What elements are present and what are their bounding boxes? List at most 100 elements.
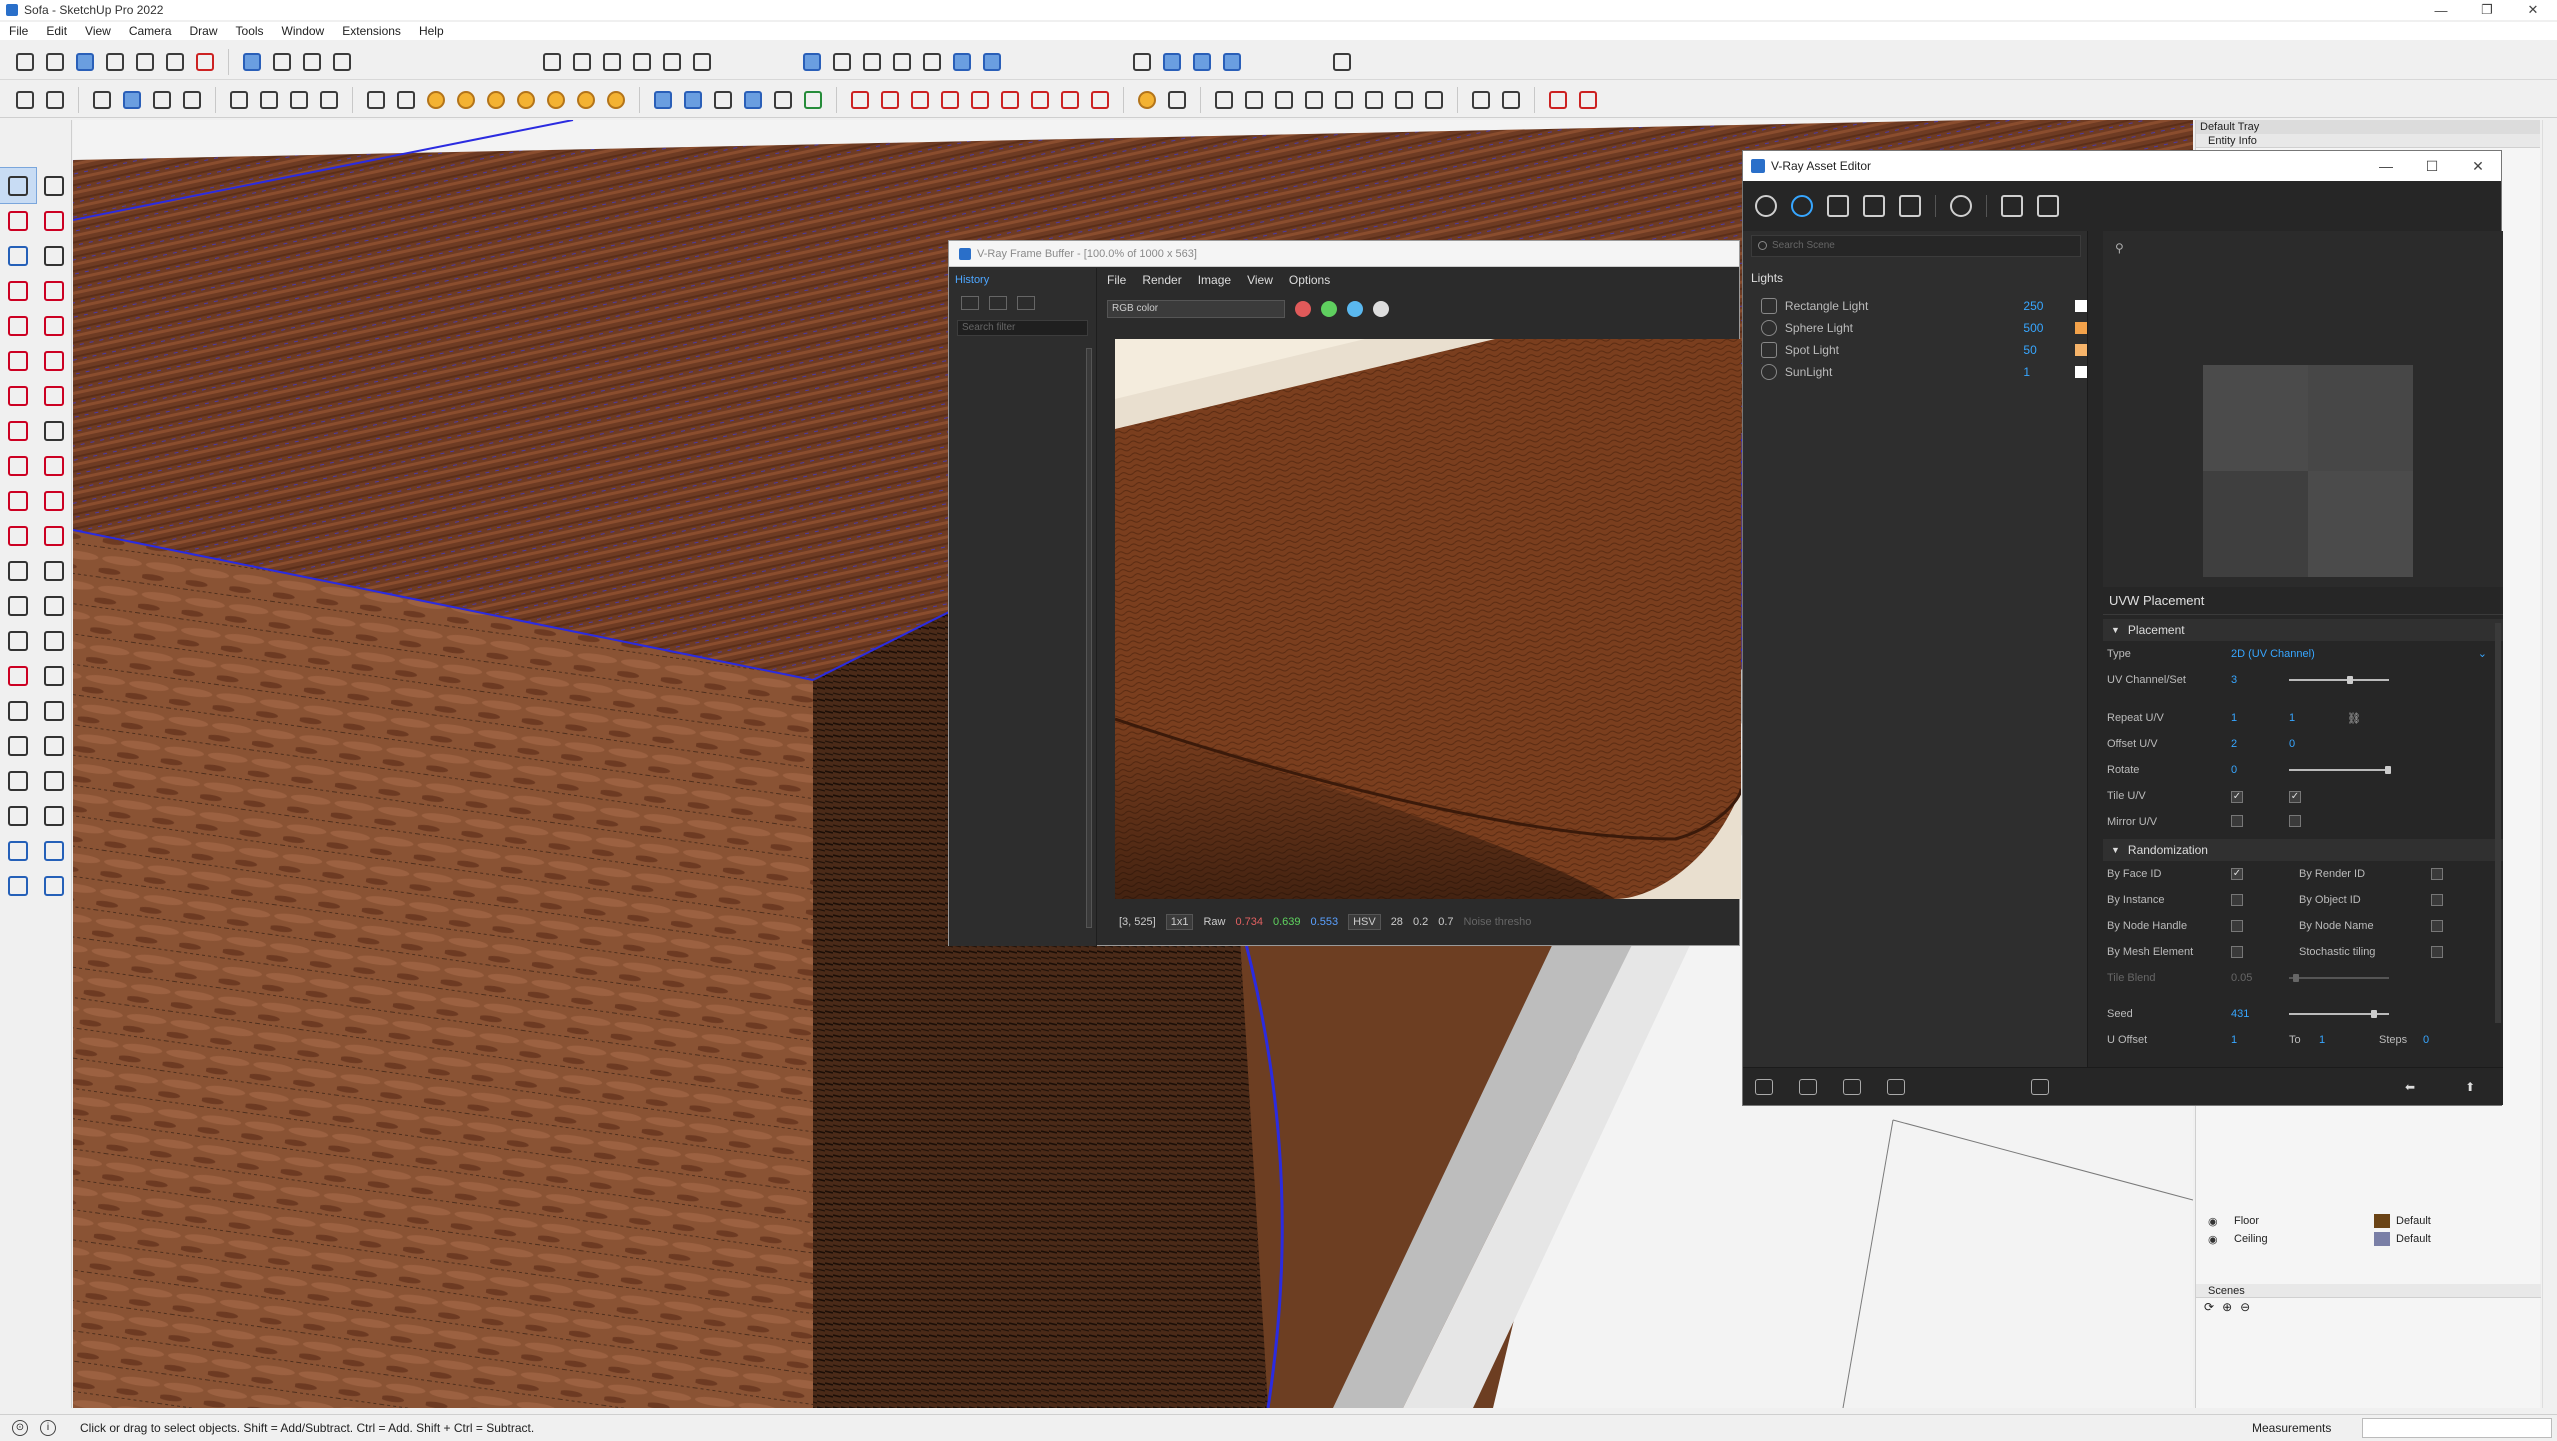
left-view-icon[interactable] xyxy=(687,47,717,77)
vray-fur-icon[interactable] xyxy=(738,85,768,115)
vray-sphere-icon[interactable] xyxy=(361,85,391,115)
rotated-rectangle-icon[interactable] xyxy=(36,308,72,343)
by-instance-checkbox[interactable] xyxy=(2231,894,2243,906)
line-tool-icon[interactable] xyxy=(0,273,36,308)
hidden-line-icon[interactable] xyxy=(887,47,917,77)
green-channel-button[interactable] xyxy=(1321,301,1337,317)
textured-icon[interactable] xyxy=(947,47,977,77)
text-icon[interactable] xyxy=(36,588,72,623)
tile-v-checkbox[interactable]: ✓ xyxy=(2289,790,2301,803)
look-around-icon[interactable] xyxy=(36,763,72,798)
ies-light-icon[interactable] xyxy=(511,85,541,115)
scale-icon[interactable] xyxy=(0,518,36,553)
preview-pin-icon[interactable]: ⚲ xyxy=(2115,241,2124,255)
tag-row[interactable]: ◉ Ceiling Default xyxy=(2208,1230,2528,1248)
tray-scrollbar[interactable] xyxy=(2542,120,2557,1408)
grid-icon[interactable] xyxy=(1389,85,1419,115)
position-camera-icon[interactable] xyxy=(0,763,36,798)
vray-interactive-icon[interactable] xyxy=(40,85,70,115)
geometry-icon[interactable] xyxy=(1827,195,1849,217)
vray-export-icon[interactable] xyxy=(875,85,905,115)
save-asset-icon[interactable] xyxy=(1843,1078,1861,1095)
light-list-item[interactable]: Sphere Light 500 xyxy=(1761,317,2087,339)
materials-icon[interactable] xyxy=(1755,195,1777,217)
light-list-item[interactable]: SunLight 1 xyxy=(1761,361,2087,383)
vae-minimize-button[interactable]: — xyxy=(2363,151,2409,181)
grass-icon[interactable] xyxy=(1329,85,1359,115)
extension-b-icon[interactable] xyxy=(1496,85,1526,115)
repeat-u-value[interactable]: 1 xyxy=(2231,712,2289,724)
scale-select[interactable]: 1x1 xyxy=(1165,914,1194,930)
polygon-icon[interactable] xyxy=(36,343,72,378)
material-preview[interactable]: ⚲ xyxy=(2103,231,2503,631)
right-view-icon[interactable] xyxy=(627,47,657,77)
orbit-icon[interactable] xyxy=(0,658,36,693)
purge-unused-icon[interactable] xyxy=(2031,1078,2049,1095)
visibility-eye-icon[interactable]: ◉ xyxy=(2208,1233,2222,1246)
history-compare-icon[interactable] xyxy=(989,296,1007,310)
type-dropdown[interactable]: 2D (UV Channel) ⌄ xyxy=(2231,648,2487,660)
offset-icon[interactable] xyxy=(36,518,72,553)
by-node-handle-checkbox[interactable] xyxy=(2231,920,2243,932)
visibility-eye-icon[interactable]: ◉ xyxy=(2208,1215,2222,1228)
tag-icon[interactable] xyxy=(36,238,72,273)
vfb-menu-render[interactable]: Render xyxy=(1134,273,1189,287)
properties-scrollbar[interactable] xyxy=(2495,623,2501,1023)
component-icon[interactable] xyxy=(0,238,36,273)
back-arrow-icon[interactable]: ⬅ xyxy=(2405,1080,2415,1094)
vray-uvw-paste-icon[interactable] xyxy=(1025,85,1055,115)
back-view-icon[interactable] xyxy=(657,47,687,77)
link-icon[interactable]: ⛓ xyxy=(2347,712,2361,725)
freehand-icon[interactable] xyxy=(36,273,72,308)
by-mesh-element-checkbox[interactable] xyxy=(2231,946,2243,958)
vray-pick-material-icon[interactable] xyxy=(935,85,965,115)
delete-asset-icon[interactable] xyxy=(1887,1078,1905,1095)
search-scene-input[interactable]: Search Scene xyxy=(1751,235,2081,257)
rotate-slider[interactable] xyxy=(2289,766,2391,774)
display-section-cuts-icon[interactable] xyxy=(1187,47,1217,77)
vray-vision-icon[interactable] xyxy=(117,85,147,115)
zoom-extents-icon[interactable] xyxy=(0,728,36,763)
red-channel-button[interactable] xyxy=(1295,301,1311,317)
model-info-icon[interactable] xyxy=(327,47,357,77)
render-preview-image[interactable] xyxy=(1115,339,1741,899)
close-button[interactable]: ✕ xyxy=(2510,0,2556,20)
by-node-name-checkbox[interactable] xyxy=(2431,920,2443,932)
print-icon[interactable] xyxy=(297,47,327,77)
spot-light-icon[interactable] xyxy=(481,85,511,115)
paste-icon[interactable] xyxy=(160,47,190,77)
vray-proxy-icon[interactable] xyxy=(678,85,708,115)
vray-scatter-icon[interactable] xyxy=(768,85,798,115)
settings-icon[interactable] xyxy=(1950,195,1972,217)
pan-icon[interactable] xyxy=(36,658,72,693)
cube-icon[interactable] xyxy=(1269,85,1299,115)
light-intensity[interactable]: 50 xyxy=(2023,343,2075,357)
vfb-menu-view[interactable]: View xyxy=(1239,273,1281,287)
uv-channel-slider[interactable] xyxy=(2289,676,2389,684)
menu-draw[interactable]: Draw xyxy=(181,24,227,38)
vray-decal-icon[interactable] xyxy=(798,85,828,115)
vray-infinite-plane-icon[interactable] xyxy=(648,85,678,115)
mesh-light-icon[interactable] xyxy=(601,85,631,115)
tag-color-swatch[interactable] xyxy=(2374,1214,2390,1228)
menu-extensions[interactable]: Extensions xyxy=(333,24,410,38)
to-value[interactable]: 1 xyxy=(2319,1034,2379,1046)
vray-render-icon[interactable] xyxy=(10,85,40,115)
light-intensity[interactable]: 500 xyxy=(2023,321,2075,335)
randomization-section-header[interactable]: ▼ Randomization xyxy=(2103,839,2503,861)
zoom-icon[interactable] xyxy=(0,693,36,728)
mirror-v-checkbox[interactable] xyxy=(2289,814,2301,827)
vray-batch-icon[interactable] xyxy=(224,85,254,115)
move-icon[interactable] xyxy=(0,448,36,483)
dimension-icon[interactable] xyxy=(36,553,72,588)
light-color-swatch[interactable] xyxy=(2075,300,2087,312)
erase-icon[interactable] xyxy=(190,47,220,77)
display-section-fill-icon[interactable] xyxy=(1217,47,1247,77)
previous-view-icon[interactable] xyxy=(36,728,72,763)
redo-icon[interactable] xyxy=(267,47,297,77)
walk-icon[interactable] xyxy=(0,798,36,833)
light-color-swatch[interactable] xyxy=(2075,322,2087,334)
stochastic-tiling-checkbox[interactable] xyxy=(2431,946,2443,958)
vae-maximize-button[interactable]: ☐ xyxy=(2409,151,2455,181)
monochrome-icon[interactable] xyxy=(977,47,1007,77)
